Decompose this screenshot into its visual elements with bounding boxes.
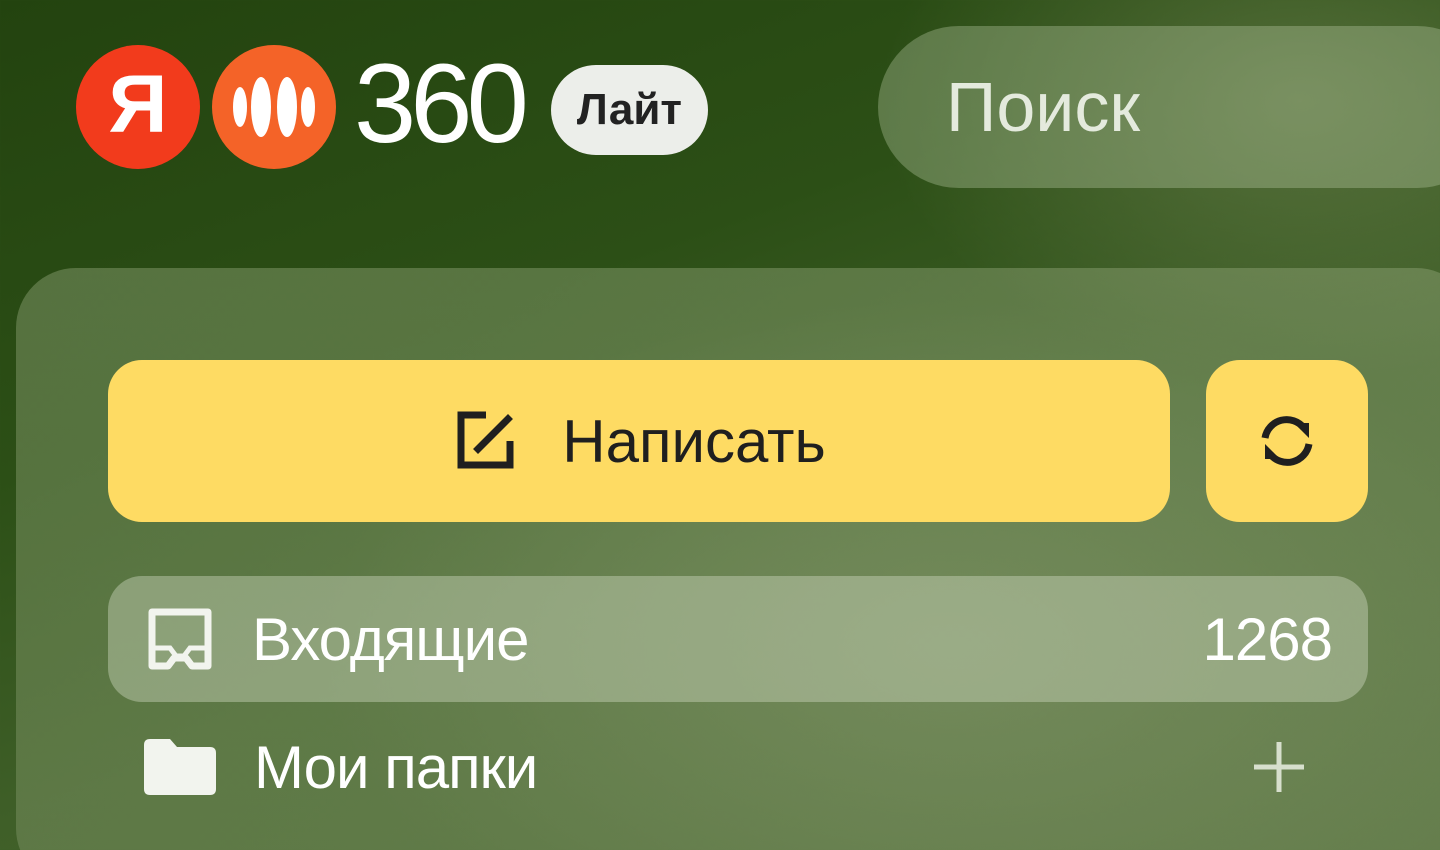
product-name: 360 — [354, 41, 529, 166]
logo[interactable]: Я 360 Лайт — [76, 44, 708, 170]
yandex-logo-letter: Я — [108, 59, 168, 150]
compose-icon — [452, 407, 520, 475]
sidebar-item-label: Мои папки — [254, 733, 538, 801]
unread-count: 1268 — [1202, 605, 1333, 673]
lite-badge: Лайт — [550, 65, 708, 155]
search-input[interactable] — [946, 67, 1386, 147]
plus-icon[interactable] — [1252, 740, 1306, 794]
refresh-icon — [1257, 411, 1317, 471]
folder-icon — [144, 739, 216, 795]
refresh-button[interactable] — [1206, 360, 1368, 522]
sidebar-item-inbox[interactable]: Входящие 1268 — [108, 576, 1368, 702]
compose-button[interactable]: Написать — [108, 360, 1170, 522]
sidebar-item-label: Входящие — [252, 605, 529, 673]
sidebar-item-my-folders[interactable]: Мои папки — [108, 704, 1368, 830]
inbox-icon — [148, 608, 212, 670]
mail-logo-icon — [212, 45, 336, 169]
yandex-logo-icon: Я — [76, 45, 200, 169]
search-bar[interactable] — [878, 26, 1440, 188]
compose-label: Написать — [562, 407, 826, 475]
